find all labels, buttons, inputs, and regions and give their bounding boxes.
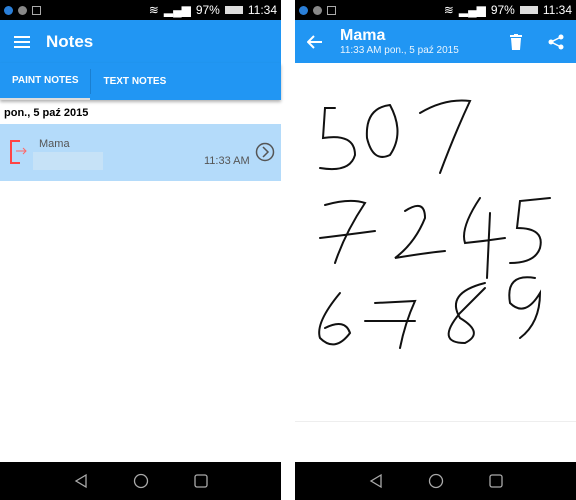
clock: 11:34: [542, 3, 572, 17]
note-title: Mama: [39, 138, 70, 150]
blurred-preview: [33, 152, 103, 170]
back-nav-icon[interactable]: [369, 473, 383, 489]
date-header: pon., 5 paź 2015: [4, 107, 89, 119]
home-nav-icon[interactable]: [133, 473, 149, 489]
chevron-right-icon[interactable]: [255, 142, 275, 162]
record-icon: [313, 5, 322, 15]
note-time: 11:33 AM: [204, 155, 250, 167]
tab-text-notes[interactable]: TEXT NOTES: [91, 63, 178, 100]
record-icon: [18, 5, 27, 15]
back-nav-icon[interactable]: [74, 473, 88, 489]
delete-icon[interactable]: [510, 33, 522, 50]
phone-icon: [299, 5, 308, 15]
nav-bar: [295, 462, 576, 500]
stroke-digit-5: [319, 107, 357, 171]
battery-level: 97%: [195, 3, 220, 17]
home-nav-icon[interactable]: [428, 473, 444, 489]
paint-note-icon: [10, 140, 27, 164]
stroke-digit-9: [508, 276, 542, 339]
wifi-icon: ≋: [148, 3, 159, 17]
stroke-digit-7b: [364, 299, 417, 349]
stroke-digit-6: [318, 292, 352, 346]
status-bar: ≋ ▂▄▆ 97% 11:34: [295, 0, 576, 20]
app-bar: Mama 11:33 AM pon., 5 paź 2015: [295, 20, 576, 63]
signal-icon: ▂▄▆: [163, 3, 191, 17]
stroke-digit-7: [319, 199, 376, 264]
back-arrow-icon[interactable]: [307, 34, 323, 49]
recents-nav-icon[interactable]: [488, 474, 503, 488]
menu-icon[interactable]: [14, 35, 30, 49]
recents-nav-icon[interactable]: [193, 474, 208, 488]
signal-icon: ▂▄▆: [458, 3, 486, 17]
clock: 11:34: [247, 3, 277, 17]
stroke-digit-5b: [509, 197, 551, 264]
stroke-digit-1: [419, 99, 472, 174]
status-bar: ≋ ▂▄▆ 97% 11:34: [0, 0, 281, 20]
note-title: Mama: [340, 27, 386, 44]
page-title: Notes: [46, 31, 94, 51]
note-subtitle: 11:33 AM pon., 5 paź 2015: [340, 45, 459, 56]
stroke-digit-0: [365, 104, 399, 158]
app-bar: Notes: [0, 20, 281, 63]
drawing-canvas[interactable]: [295, 63, 576, 422]
stroke-digit-2: [394, 204, 446, 259]
tab-paint-notes[interactable]: PAINT NOTES: [0, 63, 91, 100]
wifi-icon: ≋: [443, 3, 454, 17]
detail-screen: ≋ ▂▄▆ 97% 11:34 Mama 11:33 AM pon., 5 pa…: [295, 0, 576, 500]
share-icon[interactable]: [548, 34, 564, 50]
image-icon: [327, 5, 336, 15]
image-icon: [32, 5, 41, 15]
tab-bar: PAINT NOTES TEXT NOTES: [0, 63, 281, 100]
stroke-digit-8: [447, 282, 486, 345]
phone-icon: [4, 5, 13, 15]
nav-bar: [0, 462, 281, 500]
battery-icon: [519, 6, 538, 14]
battery-level: 97%: [490, 3, 515, 17]
list-item[interactable]: Mama 11:33 AM: [0, 124, 281, 181]
battery-icon: [224, 6, 243, 14]
notes-screen: ≋ ▂▄▆ 97% 11:34 Notes PAINT NOTES TEXT N…: [0, 0, 281, 500]
stroke-digit-4: [463, 197, 506, 279]
